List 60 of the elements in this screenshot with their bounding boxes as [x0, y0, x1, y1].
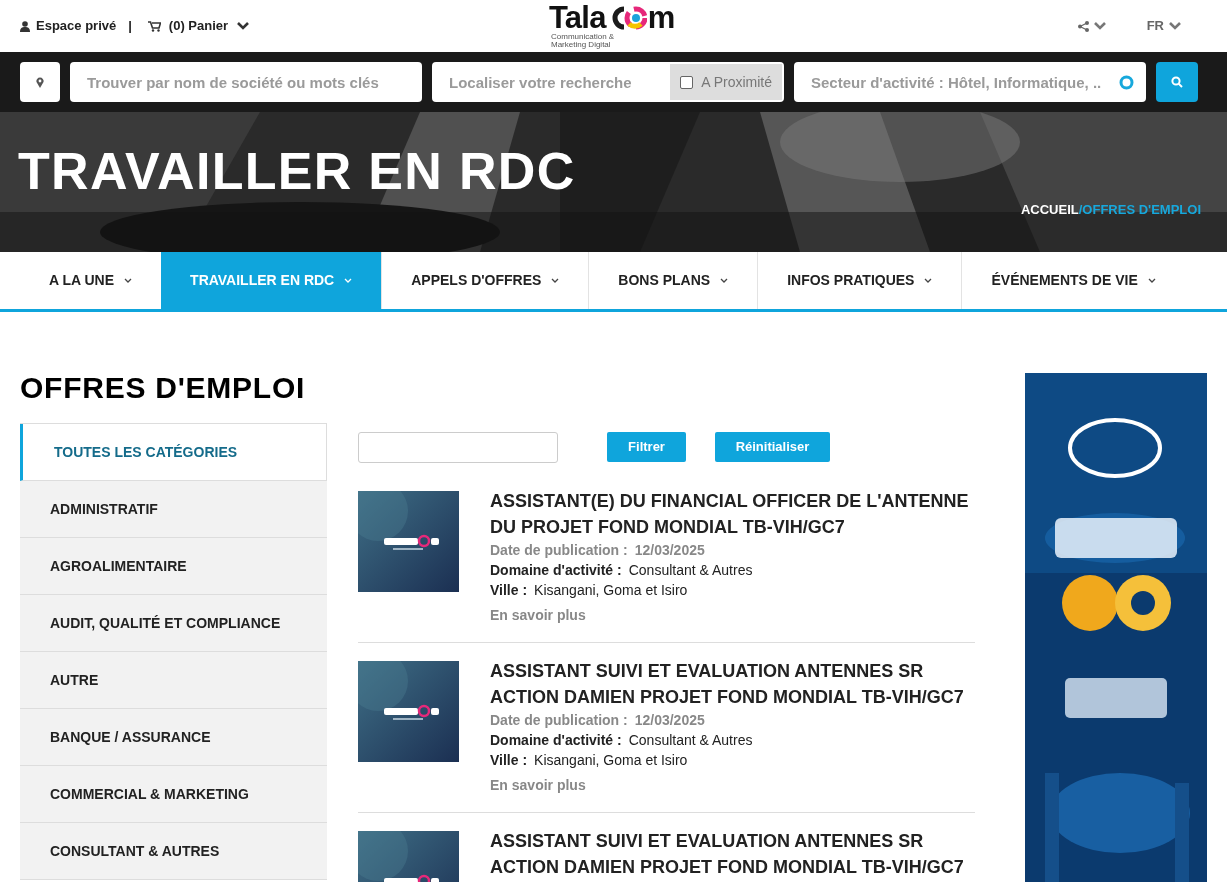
job-title-link[interactable]: ASSISTANT SUIVI ET EVALUATION ANTENNES SR ACTION DAMIEN PROJET FOND MONDIAL TB-VIH/GC7 [490, 658, 975, 710]
read-more-link[interactable]: En savoir plus [490, 775, 975, 796]
field-value: Consultant & Autres [628, 731, 753, 750]
chevron-down-icon [1147, 277, 1156, 284]
map-pin-icon [36, 76, 44, 88]
nav-tab[interactable]: ÉVÉNEMENTS DE VIE [961, 252, 1185, 309]
field-value: Kisangani, Goma et Isiro [534, 751, 688, 770]
category-item[interactable]: AUTRE [20, 652, 327, 709]
loading-ring-icon [1119, 74, 1134, 90]
field-label: Domaine d'activité : [490, 561, 622, 580]
cart-icon [147, 20, 161, 32]
field-label: Ville : [490, 581, 528, 600]
search-icon [1171, 76, 1183, 88]
chevron-down-icon [1092, 21, 1107, 31]
nav-tab[interactable]: A LA UNE [20, 252, 162, 309]
chevron-down-icon [236, 21, 251, 31]
category-item[interactable]: BANQUE / ASSURANCE [20, 709, 327, 766]
filter-input-field[interactable] [358, 431, 558, 463]
logo-tagline: Communication & Marketing Digital [551, 33, 616, 49]
nav-tab[interactable]: BONS PLANS [588, 252, 758, 309]
field-label: Date de publication : [490, 541, 628, 560]
category-item[interactable]: TOUTES LES CATÉGORIES [20, 424, 327, 481]
job-title-link[interactable]: ASSISTANT SUIVI ET EVALUATION ANTENNES SR ACTION DAMIEN PROJET FOND MONDIAL TB-VIH/GC7 [490, 828, 975, 880]
cart-link[interactable]: (0) Panier [147, 16, 251, 36]
account-link[interactable]: Espace privé [20, 16, 117, 36]
share-menu[interactable] [1077, 20, 1107, 32]
field-label: Ville : [490, 751, 528, 770]
field-label: Domaine d'activité : [490, 731, 622, 750]
chevron-down-icon [124, 277, 133, 284]
category-item[interactable]: COMMERCIAL & MARKETING [20, 766, 327, 823]
breadcrumb-link[interactable]: ACCUEIL [1020, 200, 1079, 220]
read-more-link[interactable]: En savoir plus [490, 605, 975, 626]
section-heading: OFFRES D'EMPLOI [20, 373, 307, 403]
page-heading: TRAVAILLER EN RDC [18, 145, 576, 197]
share-icon [1077, 20, 1089, 32]
chevron-down-icon [924, 277, 933, 284]
breadcrumb-link[interactable]: /OFFRES D'EMPLOI [1078, 200, 1201, 220]
user-icon [20, 20, 30, 32]
chevron-down-icon [551, 277, 560, 284]
chevron-down-icon [720, 277, 729, 284]
category-item[interactable]: AUDIT, QUALITÉ ET COMPLIANCE [20, 595, 327, 652]
field-value: Kisangani, Goma et Isiro [534, 581, 688, 600]
separator-text: | [128, 17, 132, 36]
keyword-search-field[interactable]: Trouver par nom de société ou mots clés [70, 62, 422, 102]
location-button[interactable] [20, 62, 60, 102]
field-value: 12/03/2025 [634, 711, 705, 730]
category-item[interactable]: ADMINISTRATIF [20, 481, 327, 538]
field-label: Date de publication : [490, 711, 628, 730]
category-item[interactable]: CONSULTANT & AUTRES [20, 823, 327, 880]
field-value: 12/03/2025 [634, 541, 705, 560]
language-selector[interactable]: FR [1146, 16, 1182, 36]
category-item[interactable]: AGROALIMENTAIRE [20, 538, 327, 595]
nav-tab[interactable]: INFOS PRATIQUES [757, 252, 962, 309]
chevron-down-icon [344, 277, 353, 284]
logo[interactable]: Tala m Communication & Marketing Digital [549, 2, 675, 49]
nav-tab[interactable]: APPELS D'OFFRES [381, 252, 589, 309]
location-search-field[interactable]: Localiser votre recherche [432, 62, 671, 102]
chevron-down-icon [1168, 21, 1182, 31]
field-value: Consultant & Autres [628, 561, 753, 580]
job-title-link[interactable]: ASSISTANT(E) DU FINANCIAL OFFICER DE L'ANTENNE DU PROJET FOND MONDIAL TB-VIH/GC7 [490, 488, 975, 540]
